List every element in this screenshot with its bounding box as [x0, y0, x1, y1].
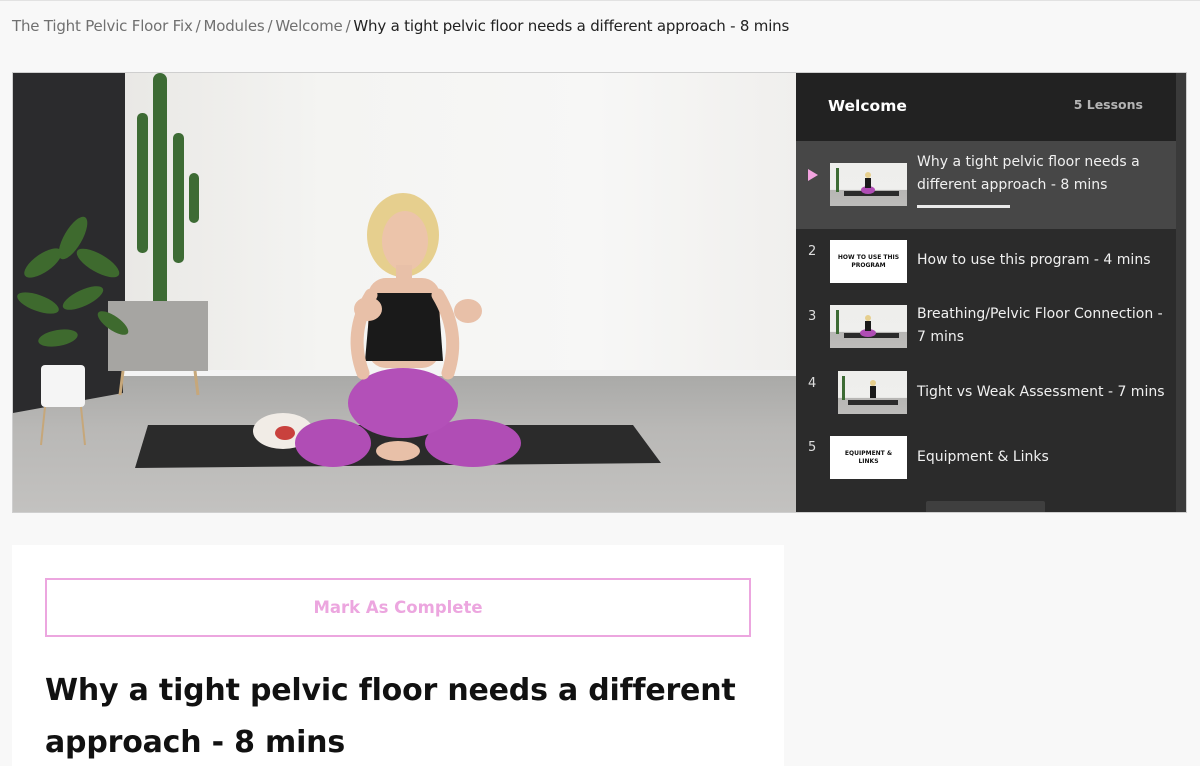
lesson-title: Tight vs Weak Assessment - 7 mins: [917, 384, 1165, 400]
lesson-number: 2: [808, 244, 817, 259]
lesson-item-3[interactable]: 3 Breathing/Pelvic Floor Connection - 7 …: [796, 294, 1176, 361]
sidebar-scrollbar[interactable]: [1176, 73, 1186, 512]
cactus-plant: [137, 73, 199, 313]
lesson-item-1[interactable]: Why a tight pelvic floor needs a differe…: [796, 141, 1176, 229]
breadcrumb-separator: /: [267, 17, 273, 35]
lesson-item-5[interactable]: 5 EQUIPMENT & LINKS Equipment & Links: [796, 425, 1176, 490]
lesson-title: Why a tight pelvic floor needs a differe…: [917, 154, 1140, 193]
breadcrumb-course-link[interactable]: The Tight Pelvic Floor Fix: [12, 17, 193, 35]
breadcrumb-separator: /: [195, 17, 201, 35]
video-player[interactable]: [13, 73, 796, 512]
breadcrumb-module-link[interactable]: Welcome: [275, 17, 342, 35]
thumbnail-text: HOW TO USE THIS PROGRAM: [837, 253, 900, 269]
play-triangle-icon: [808, 169, 818, 181]
lesson-thumbnail: HOW TO USE THIS PROGRAM: [830, 240, 907, 283]
mark-as-complete-button[interactable]: Mark As Complete: [45, 578, 751, 637]
breadcrumb-modules-link[interactable]: Modules: [204, 17, 265, 35]
lesson-heading: Why a tight pelvic floor needs a differe…: [45, 673, 736, 760]
sidebar-header: Welcome 5 Lessons: [796, 73, 1176, 141]
lesson-title: Equipment & Links: [917, 449, 1049, 465]
breadcrumb: The Tight Pelvic Floor Fix / Modules / Welco…: [12, 17, 789, 35]
thumbnail-text: EQUIPMENT & LINKS: [844, 449, 893, 465]
lesson-content-card: Mark As Complete Why a tight pelvic floo…: [12, 545, 784, 766]
sidebar-scroll-handle[interactable]: [926, 501, 1045, 512]
lesson-item-4[interactable]: 4 Tight vs Weak Assessment - 7 mins: [796, 361, 1176, 425]
thumbnail-illustration: [830, 371, 898, 414]
leafy-plant: [17, 216, 129, 347]
sidebar-module-title: Welcome: [828, 97, 907, 115]
lesson-number: 4: [808, 376, 817, 391]
lesson-thumbnail: [830, 371, 907, 414]
lesson-title: Breathing/Pelvic Floor Connection - 7 mi…: [917, 306, 1163, 345]
sidebar-lesson-count: 5 Lessons: [1073, 97, 1143, 112]
white-pot: [41, 365, 85, 407]
planter-box: [108, 301, 208, 371]
lesson-number: 5: [808, 440, 817, 455]
lesson-sidebar: Welcome 5 Lessons Why a tight pelvic flo…: [796, 73, 1186, 512]
thumbnail-illustration: [836, 168, 899, 196]
lesson-item-2[interactable]: 2 HOW TO USE THIS PROGRAM How to use thi…: [796, 229, 1176, 294]
lesson-progress-bar: [917, 205, 1010, 208]
lesson-thumbnail: [830, 305, 907, 348]
lesson-thumbnail: EQUIPMENT & LINKS: [830, 436, 907, 479]
thumbnail-illustration: [836, 310, 899, 338]
lesson-number: 3: [808, 309, 817, 324]
lesson-title: How to use this program - 4 mins: [917, 252, 1151, 268]
breadcrumb-current: Why a tight pelvic floor needs a differe…: [353, 17, 790, 35]
lesson-thumbnail: [830, 163, 907, 206]
breadcrumb-separator: /: [345, 17, 351, 35]
lesson-player: Welcome 5 Lessons Why a tight pelvic flo…: [12, 72, 1187, 513]
top-divider: [0, 0, 1200, 1]
video-frame-illustration: [17, 73, 661, 468]
